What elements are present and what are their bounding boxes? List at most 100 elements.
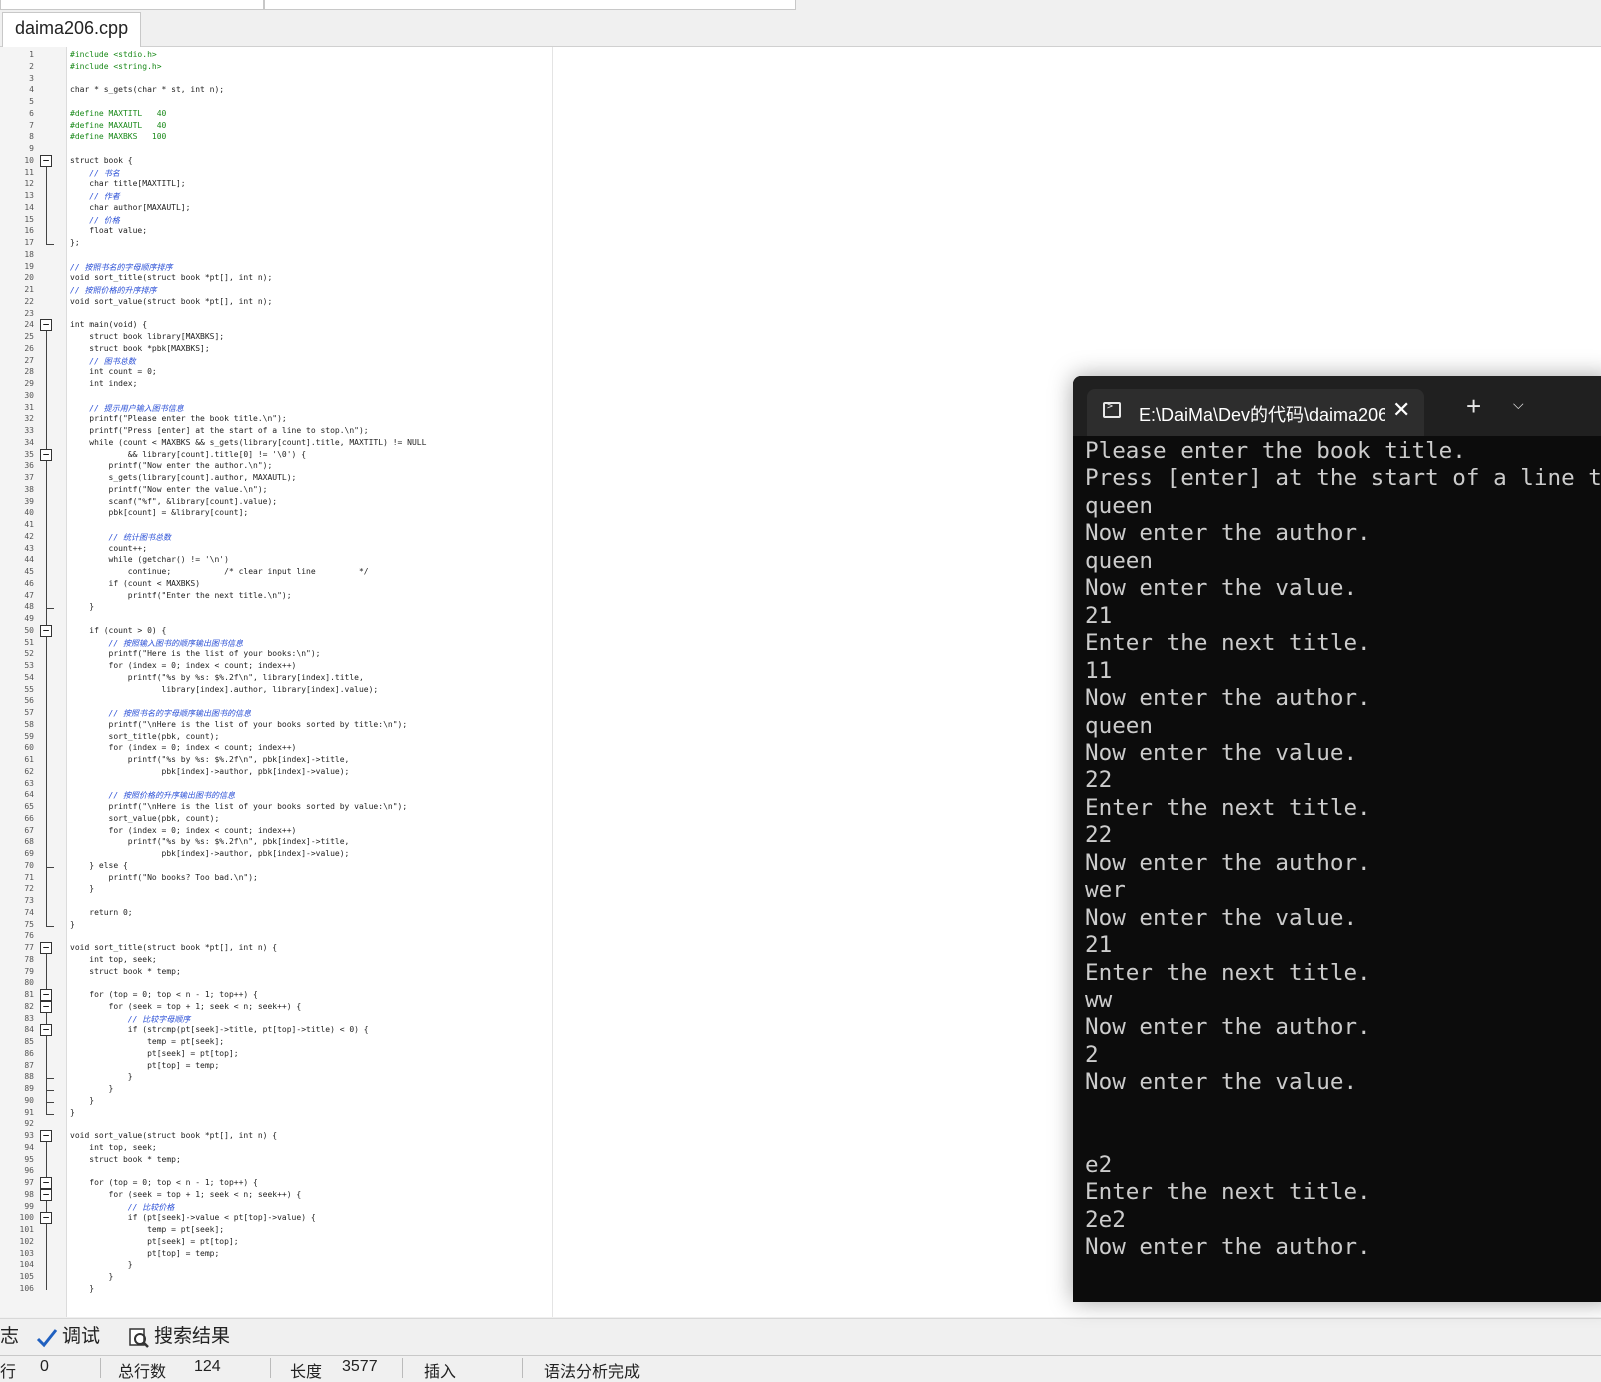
code-line[interactable]: printf("Enter the next title.\n"); bbox=[70, 591, 292, 600]
code-line[interactable]: count++; bbox=[70, 544, 148, 553]
code-line[interactable]: while (getchar() != '\n') bbox=[70, 555, 229, 564]
code-line[interactable]: pt[top] = temp; bbox=[70, 1249, 219, 1258]
code-line[interactable]: if (count > 0) { bbox=[70, 626, 166, 635]
code-line[interactable]: // 价格 bbox=[70, 215, 119, 226]
close-icon[interactable]: ✕ bbox=[1392, 397, 1410, 423]
code-line[interactable]: int index; bbox=[70, 379, 137, 388]
code-line[interactable]: } else { bbox=[70, 861, 128, 870]
code-line[interactable]: printf("Now enter the value.\n"); bbox=[70, 485, 268, 494]
fold-toggle-icon[interactable]: − bbox=[40, 942, 52, 954]
code-line[interactable]: int main(void) { bbox=[70, 320, 147, 329]
code-line[interactable]: sort_value(pbk, count); bbox=[70, 814, 220, 823]
code-line[interactable]: printf("%s by %s: $%.2f\n", library[inde… bbox=[70, 673, 364, 682]
chevron-down-icon[interactable]: ⌵ bbox=[1513, 396, 1524, 413]
code-line[interactable]: // 比较字母顺序 bbox=[70, 1014, 190, 1025]
code-line[interactable]: // 按照书名的字母顺序排序 bbox=[70, 262, 172, 273]
toolbar-combo-left[interactable] bbox=[0, 0, 264, 10]
code-line[interactable]: int count = 0; bbox=[70, 367, 156, 376]
code-line[interactable]: continue; /* clear input line */ bbox=[70, 567, 369, 576]
fold-toggle-icon[interactable]: − bbox=[40, 154, 52, 167]
code-line[interactable]: // 比较价格 bbox=[70, 1202, 174, 1213]
code-line[interactable]: void sort_title(struct book *pt[], int n… bbox=[70, 273, 272, 282]
code-line[interactable]: for (top = 0; top < n - 1; top++) { bbox=[70, 1178, 258, 1187]
code-line[interactable]: // 图书总数 bbox=[70, 356, 135, 367]
fold-toggle-icon[interactable]: − bbox=[40, 624, 52, 637]
code-line[interactable]: char title[MAXTITL]; bbox=[70, 179, 185, 188]
fold-toggle-icon[interactable]: − bbox=[40, 1188, 52, 1201]
new-tab-icon[interactable]: + bbox=[1466, 393, 1481, 419]
tab-compile-log[interactable]: 志 bbox=[0, 1323, 19, 1351]
code-line[interactable]: } bbox=[70, 1284, 94, 1293]
code-line[interactable]: pbk[index]->author, pbk[index]->value); bbox=[70, 767, 350, 776]
code-line[interactable]: return 0; bbox=[70, 908, 132, 917]
code-line[interactable]: #include <string.h> bbox=[70, 62, 162, 71]
fold-toggle-icon[interactable]: − bbox=[40, 1000, 52, 1013]
code-line[interactable]: // 提示用户输入图书信息 bbox=[70, 403, 183, 414]
code-line[interactable]: printf("Here is the list of your books:\… bbox=[70, 649, 321, 658]
code-line[interactable]: char * s_gets(char * st, int n); bbox=[70, 85, 224, 94]
code-line[interactable]: printf("%s by %s: $%.2f\n", pbk[index]->… bbox=[70, 837, 350, 846]
code-line[interactable]: } bbox=[70, 884, 94, 893]
code-line[interactable]: } bbox=[70, 1272, 114, 1281]
code-line[interactable]: float value; bbox=[70, 226, 147, 235]
code-line[interactable]: } bbox=[70, 602, 94, 611]
code-line[interactable]: } bbox=[70, 1108, 75, 1117]
code-line[interactable]: temp = pt[seek]; bbox=[70, 1225, 224, 1234]
code-line[interactable]: // 统计图书总数 bbox=[70, 532, 171, 543]
code-line[interactable]: if (strcmp(pt[seek]->title, pt[top]->tit… bbox=[70, 1025, 369, 1034]
code-line[interactable]: int top, seek; bbox=[70, 1143, 156, 1152]
code-line[interactable]: temp = pt[seek]; bbox=[70, 1037, 224, 1046]
code-line[interactable]: sort_title(pbk, count); bbox=[70, 732, 220, 741]
code-line[interactable]: void sort_value(struct book *pt[], int n… bbox=[70, 1131, 277, 1140]
code-line[interactable]: for (top = 0; top < n - 1; top++) { bbox=[70, 990, 258, 999]
code-line[interactable]: printf("\nHere is the list of your books… bbox=[70, 802, 408, 811]
code-line[interactable]: pt[top] = temp; bbox=[70, 1061, 219, 1070]
code-line[interactable]: // 按照输入图书的顺序输出图书信息 bbox=[70, 638, 243, 649]
code-line[interactable]: printf("Please enter the book title.\n")… bbox=[70, 414, 286, 423]
code-line[interactable]: for (seek = top + 1; seek < n; seek++) { bbox=[70, 1190, 302, 1199]
code-line[interactable]: && library[count].title[0] != '\0') { bbox=[70, 450, 306, 459]
code-line[interactable]: for (index = 0; index < count; index++) bbox=[70, 661, 297, 670]
code-line[interactable]: #include <stdio.h> bbox=[70, 50, 157, 59]
code-line[interactable]: // 按照价格的升序排序 bbox=[70, 285, 156, 296]
code-line[interactable]: }; bbox=[70, 238, 80, 247]
file-tab[interactable]: daima206.cpp bbox=[2, 12, 142, 47]
terminal-window[interactable]: E:\DaiMa\Dev的代码\daima206.exe ✕ + ⌵ Pleas… bbox=[1073, 376, 1601, 1302]
code-line[interactable]: // 按照价格的升序输出图书的信息 bbox=[70, 790, 235, 801]
code-line[interactable]: printf("%s by %s: $%.2f\n", pbk[index]->… bbox=[70, 755, 350, 764]
code-line[interactable]: void sort_title(struct book *pt[], int n… bbox=[70, 943, 277, 952]
fold-toggle-icon[interactable]: − bbox=[40, 319, 52, 332]
code-line[interactable]: scanf("%f", &library[count].value); bbox=[70, 497, 278, 506]
code-line[interactable]: struct book *pbk[MAXBKS]; bbox=[70, 344, 209, 353]
code-line[interactable]: int top, seek; bbox=[70, 955, 156, 964]
terminal-titlebar[interactable]: E:\DaiMa\Dev的代码\daima206.exe ✕ + ⌵ bbox=[1073, 376, 1601, 436]
code-line[interactable]: } bbox=[70, 1096, 94, 1105]
code-line[interactable]: struct book * temp; bbox=[70, 967, 181, 976]
code-line[interactable]: for (seek = top + 1; seek < n; seek++) { bbox=[70, 1002, 302, 1011]
code-line[interactable]: struct book * temp; bbox=[70, 1155, 181, 1164]
code-line[interactable]: #define MAXAUTL 40 bbox=[70, 121, 166, 130]
code-line[interactable]: // 作者 bbox=[70, 191, 119, 202]
tab-search-results[interactable]: 搜索结果 bbox=[128, 1323, 230, 1351]
code-line[interactable]: pt[seek] = pt[top]; bbox=[70, 1237, 239, 1246]
fold-toggle-icon[interactable]: − bbox=[40, 1024, 52, 1037]
code-line[interactable]: pbk[index]->author, pbk[index]->value); bbox=[70, 849, 350, 858]
code-line[interactable]: if (pt[seek]->value < pt[top]->value) { bbox=[70, 1213, 316, 1222]
code-line[interactable]: if (count < MAXBKS) bbox=[70, 579, 201, 588]
code-line[interactable]: struct book { bbox=[70, 156, 133, 165]
code-line[interactable]: while (count < MAXBKS && s_gets(library[… bbox=[70, 438, 426, 447]
fold-toggle-icon[interactable]: − bbox=[40, 1212, 52, 1225]
code-line[interactable]: for (index = 0; index < count; index++) bbox=[70, 826, 297, 835]
code-line[interactable]: for (index = 0; index < count; index++) bbox=[70, 743, 297, 752]
code-line[interactable]: char author[MAXAUTL]; bbox=[70, 203, 190, 212]
code-line[interactable]: pbk[count] = &library[count]; bbox=[70, 508, 249, 517]
tab-debug[interactable]: 调试 bbox=[36, 1323, 100, 1351]
code-line[interactable]: printf("Now enter the author.\n"); bbox=[70, 461, 273, 470]
code-line[interactable]: #define MAXBKS 100 bbox=[70, 132, 166, 141]
code-line[interactable]: struct book library[MAXBKS]; bbox=[70, 332, 224, 341]
code-line[interactable]: pt[seek] = pt[top]; bbox=[70, 1049, 239, 1058]
code-line[interactable]: } bbox=[70, 920, 75, 929]
code-line[interactable]: printf("No books? Too bad.\n"); bbox=[70, 873, 258, 882]
terminal-tab[interactable]: E:\DaiMa\Dev的代码\daima206.exe ✕ bbox=[1087, 389, 1424, 436]
code-line[interactable]: #define MAXTITL 40 bbox=[70, 109, 166, 118]
